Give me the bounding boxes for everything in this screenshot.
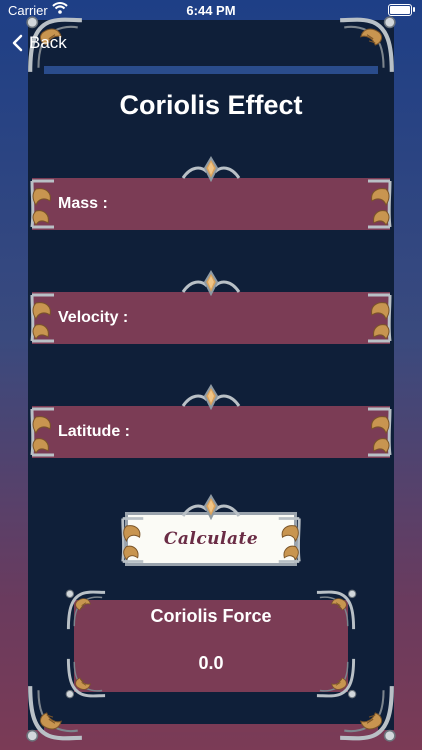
- latitude-field[interactable]: Latitude :: [32, 406, 390, 458]
- velocity-input[interactable]: [142, 302, 350, 336]
- mass-field[interactable]: Mass :: [32, 178, 390, 230]
- velocity-field[interactable]: Velocity :: [32, 292, 390, 344]
- back-button[interactable]: Back: [12, 30, 67, 56]
- velocity-label: Velocity :: [58, 309, 129, 326]
- chevron-left-icon: [12, 34, 23, 52]
- result-label: Coriolis Force: [150, 606, 272, 626]
- latitude-input[interactable]: [142, 416, 350, 450]
- calculate-button[interactable]: Calculate: [125, 512, 297, 566]
- top-divider: [44, 66, 378, 74]
- page-title: Coriolis Effect: [119, 90, 303, 120]
- battery-icon: [388, 4, 415, 16]
- bottom-divider: [44, 724, 378, 732]
- result-value: 0.0: [198, 653, 224, 673]
- status-time: 6:44 PM: [186, 3, 236, 18]
- back-label: Back: [29, 33, 67, 52]
- latitude-label: Latitude :: [58, 423, 130, 440]
- mass-label: Mass :: [58, 195, 108, 212]
- status-bar: Carrier 6:44 PM: [0, 0, 422, 20]
- result-box: Coriolis Force 0.0: [74, 600, 348, 692]
- mass-input[interactable]: [142, 188, 350, 222]
